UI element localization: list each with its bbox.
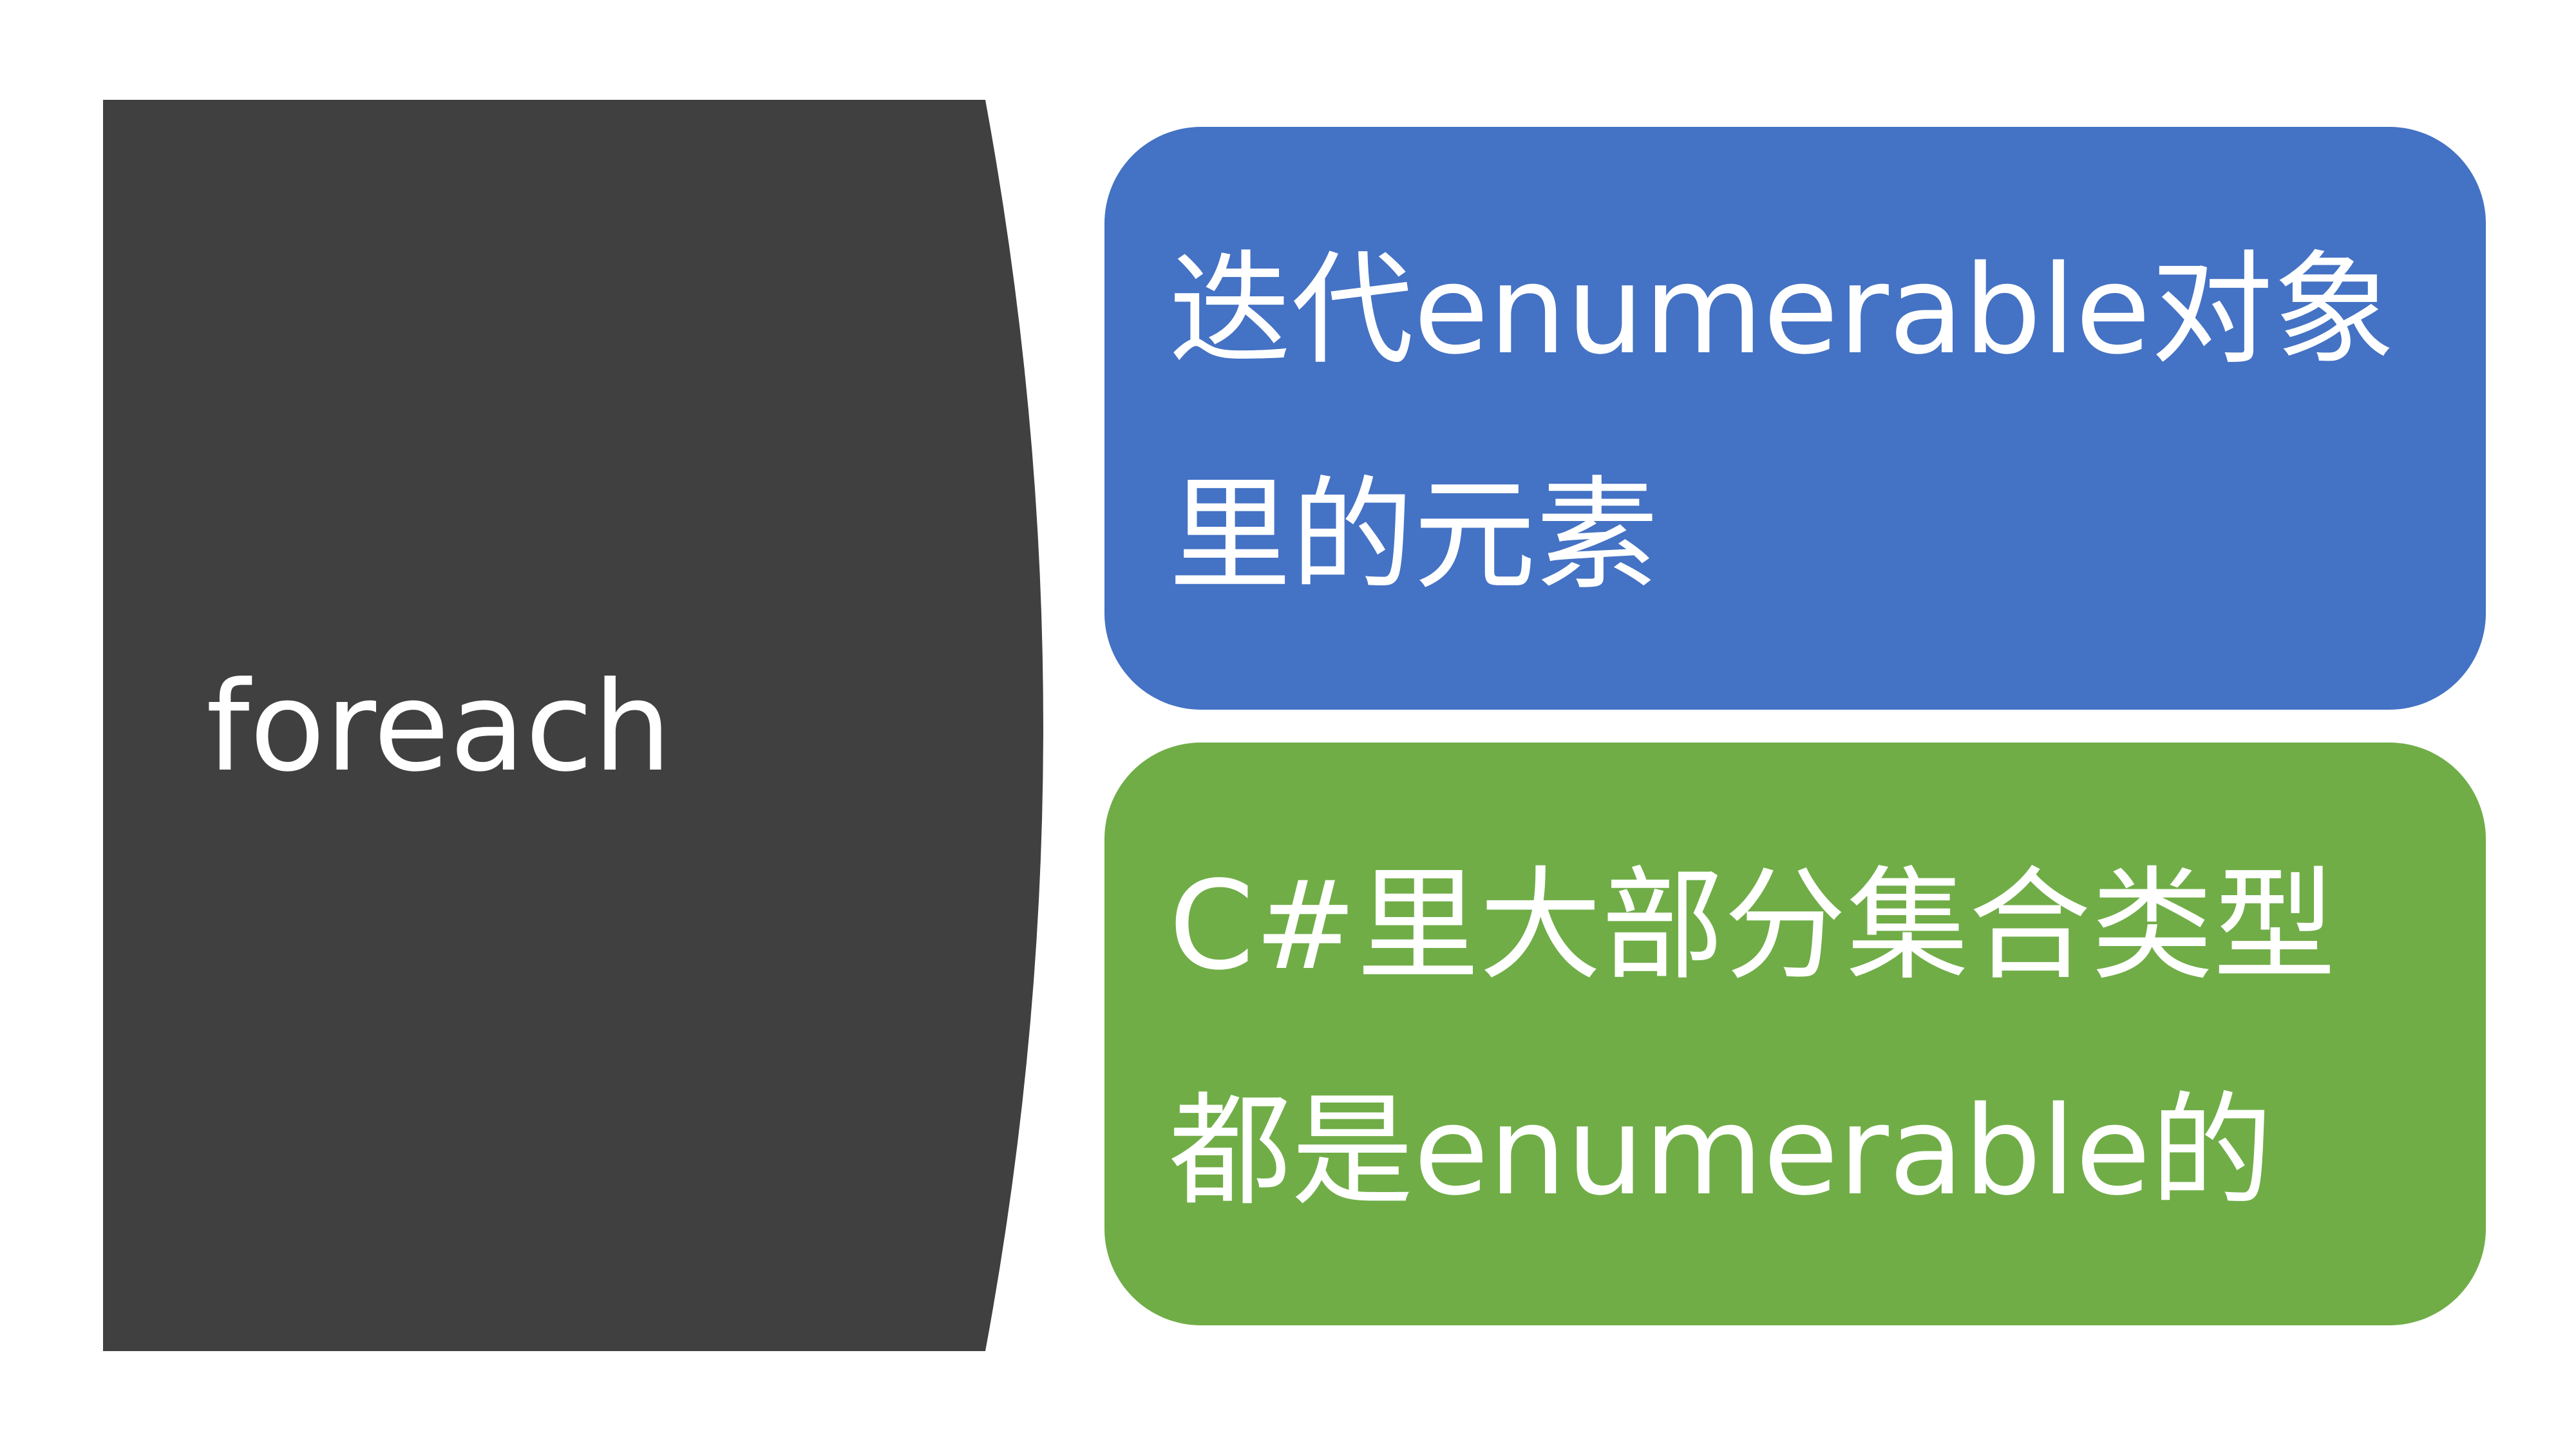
foreach-label: foreach xyxy=(206,656,672,799)
description-box-iterate: 迭代enumerable对象里的元素 xyxy=(1104,127,2486,710)
description-text-iterate: 迭代enumerable对象里的元素 xyxy=(1169,239,2396,607)
slide-canvas: foreach 迭代enumerable对象里的元素 C#里大部分集合类型都是e… xyxy=(0,0,2576,1449)
description-text-collections: C#里大部分集合类型都是enumerable的 xyxy=(1169,855,2336,1222)
description-box-collections: C#里大部分集合类型都是enumerable的 xyxy=(1104,743,2486,1325)
